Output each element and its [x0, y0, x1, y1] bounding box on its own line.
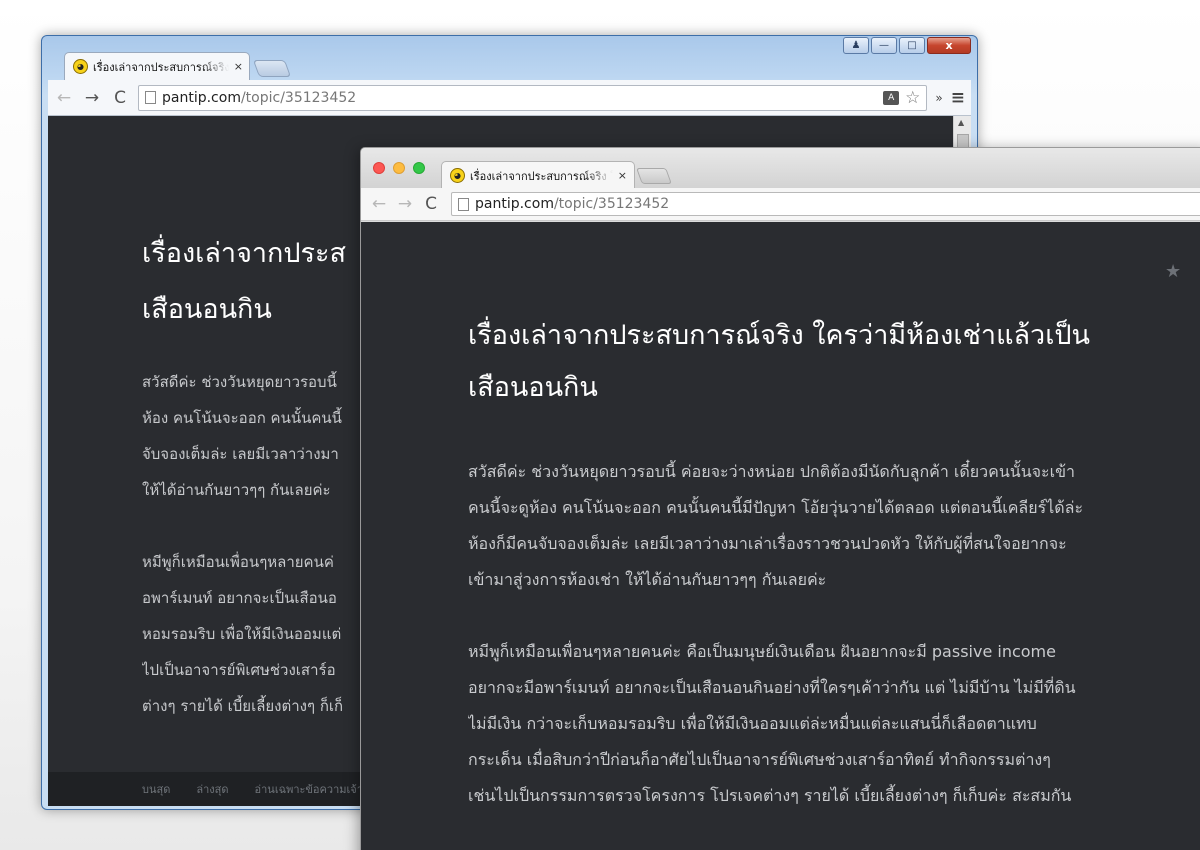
footer-link-owner-only[interactable]: อ่านเฉพาะข้อความเจ้า [255, 780, 363, 798]
paragraph: สวัสดีค่ะ ช่วงวันหยุดยาวรอบนี้ ค่อยจะว่า… [468, 454, 1200, 598]
body-line: กระเด็น เมื่อสิบกว่าปีก่อนก็อาศัยไปเป็นอ… [468, 750, 1051, 769]
page-icon [145, 91, 156, 104]
minimize-button[interactable] [393, 162, 405, 174]
front-page-content: ★ เรื่องเล่าจากประสบการณ์จริง ใครว่ามีห้… [361, 222, 1200, 850]
body-line: ไม่มีเงิน กว่าจะเก็บหอมรอมริบ เพื่อให้มี… [468, 714, 1037, 733]
traffic-lights [373, 162, 425, 174]
translate-icon[interactable]: A [883, 90, 900, 105]
body-line: เข้ามาสู่วงการห้องเช่า ให้ได้อ่านกันยาวๆ… [468, 570, 827, 589]
back-arrow-icon[interactable]: ← [369, 194, 389, 214]
paragraph: หมีพูก็เหมือนเพื่อนๆหลายคนค่ะ คือเป็นมนุ… [468, 634, 1200, 814]
maximize-button[interactable]: □ [899, 37, 925, 54]
bookmark-star-icon[interactable]: ★ [1165, 261, 1181, 282]
title-line: เรื่องเล่าจากประสบการณ์จริง ใครว่ามีห้อง… [468, 320, 1091, 351]
body-line: คนนี้จะดูห้อง คนโน้นจะออก คนนั้นคนนี้มีป… [468, 498, 1084, 517]
topic-body: สวัสดีค่ะ ช่วงวันหยุดยาวรอบนี้ ค่อยจะว่า… [468, 454, 1200, 850]
tab-close-icon[interactable]: × [618, 169, 627, 182]
zoom-button[interactable] [413, 162, 425, 174]
close-window-button[interactable] [373, 162, 385, 174]
page-icon [458, 197, 469, 211]
forward-arrow-icon[interactable]: → [395, 194, 415, 214]
window-controls: ♟ — □ x [843, 37, 971, 54]
forward-arrow-icon[interactable]: → [82, 88, 102, 108]
tab-strip: ◕ เรื่องเล่าจากประสบการณ์จริง ใค × [361, 148, 1200, 189]
address-bar[interactable]: pantip.com/topic/35123452 A ☆ [138, 84, 928, 111]
browser-toolbar: ← → C pantip.com/topic/35123452 A ☆ » ≡ [48, 80, 971, 116]
bookmark-star-icon[interactable]: ☆ [905, 88, 920, 108]
front-browser-window: ◕ เรื่องเล่าจากประสบการณ์จริง ใค × ← → C… [360, 147, 1200, 850]
pantip-favicon-icon: ◕ [73, 59, 88, 74]
tab-title: เรื่องเล่าจากประสบการณ์จริง ใ [93, 60, 229, 74]
topic-title: เรื่องเล่าจากประสบการณ์จริง ใครว่ามีห้อง… [468, 310, 1188, 414]
tab-close-icon[interactable]: × [234, 60, 243, 73]
reload-icon[interactable]: C [110, 88, 130, 108]
url-text: pantip.com/topic/35123452 [475, 196, 670, 212]
body-line: เช่นไปเป็นกรรมการตรวจโครงการ โปรเจคต่างๆ… [468, 786, 1072, 805]
pantip-favicon-icon: ◕ [450, 168, 465, 183]
title-line: เสือนอนกิน [468, 372, 598, 403]
tab-title: เรื่องเล่าจากประสบการณ์จริง ใค [470, 169, 613, 183]
body-line: สวัสดีค่ะ ช่วงวันหยุดยาวรอบนี้ ค่อยจะว่า… [468, 462, 1076, 481]
scroll-up-arrow-icon[interactable]: ▲ [958, 118, 964, 127]
body-line: หมีพูก็เหมือนเพื่อนๆหลายคนค่ะ คือเป็นมนุ… [468, 642, 1056, 661]
user-icon[interactable]: ♟ [843, 37, 869, 54]
tab-active[interactable]: ◕ เรื่องเล่าจากประสบการณ์จริง ใค × [441, 161, 635, 189]
url-text: pantip.com/topic/35123452 [162, 89, 357, 106]
extensions-overflow-icon[interactable]: » [935, 91, 942, 105]
tab-active[interactable]: ◕ เรื่องเล่าจากประสบการณ์จริง ใ × [64, 52, 250, 80]
address-bar[interactable]: pantip.com/topic/35123452 [451, 192, 1200, 216]
browser-toolbar: ← → C pantip.com/topic/35123452 [361, 188, 1200, 221]
body-line: ห้องก็มีคนจับจองเต็มล่ะ เลยมีเวลาว่างมาเ… [468, 534, 1067, 553]
back-arrow-icon[interactable]: ← [54, 88, 74, 108]
chrome-menu-icon[interactable]: ≡ [951, 88, 965, 108]
close-window-button[interactable]: x [927, 37, 971, 54]
footer-link-top[interactable]: บนสุด [142, 780, 170, 798]
minimize-button[interactable]: — [871, 37, 897, 54]
new-tab-button[interactable] [252, 60, 292, 77]
body-line: อยากจะมีอพาร์เมนท์ อยากจะเป็นเสือนอนกินอ… [468, 678, 1076, 697]
reload-icon[interactable]: C [421, 194, 441, 214]
new-tab-button[interactable] [636, 168, 672, 184]
footer-link-bottom[interactable]: ล่างสุด [196, 780, 228, 798]
tab-strip: ◕ เรื่องเล่าจากประสบการณ์จริง ใ × [56, 50, 356, 80]
